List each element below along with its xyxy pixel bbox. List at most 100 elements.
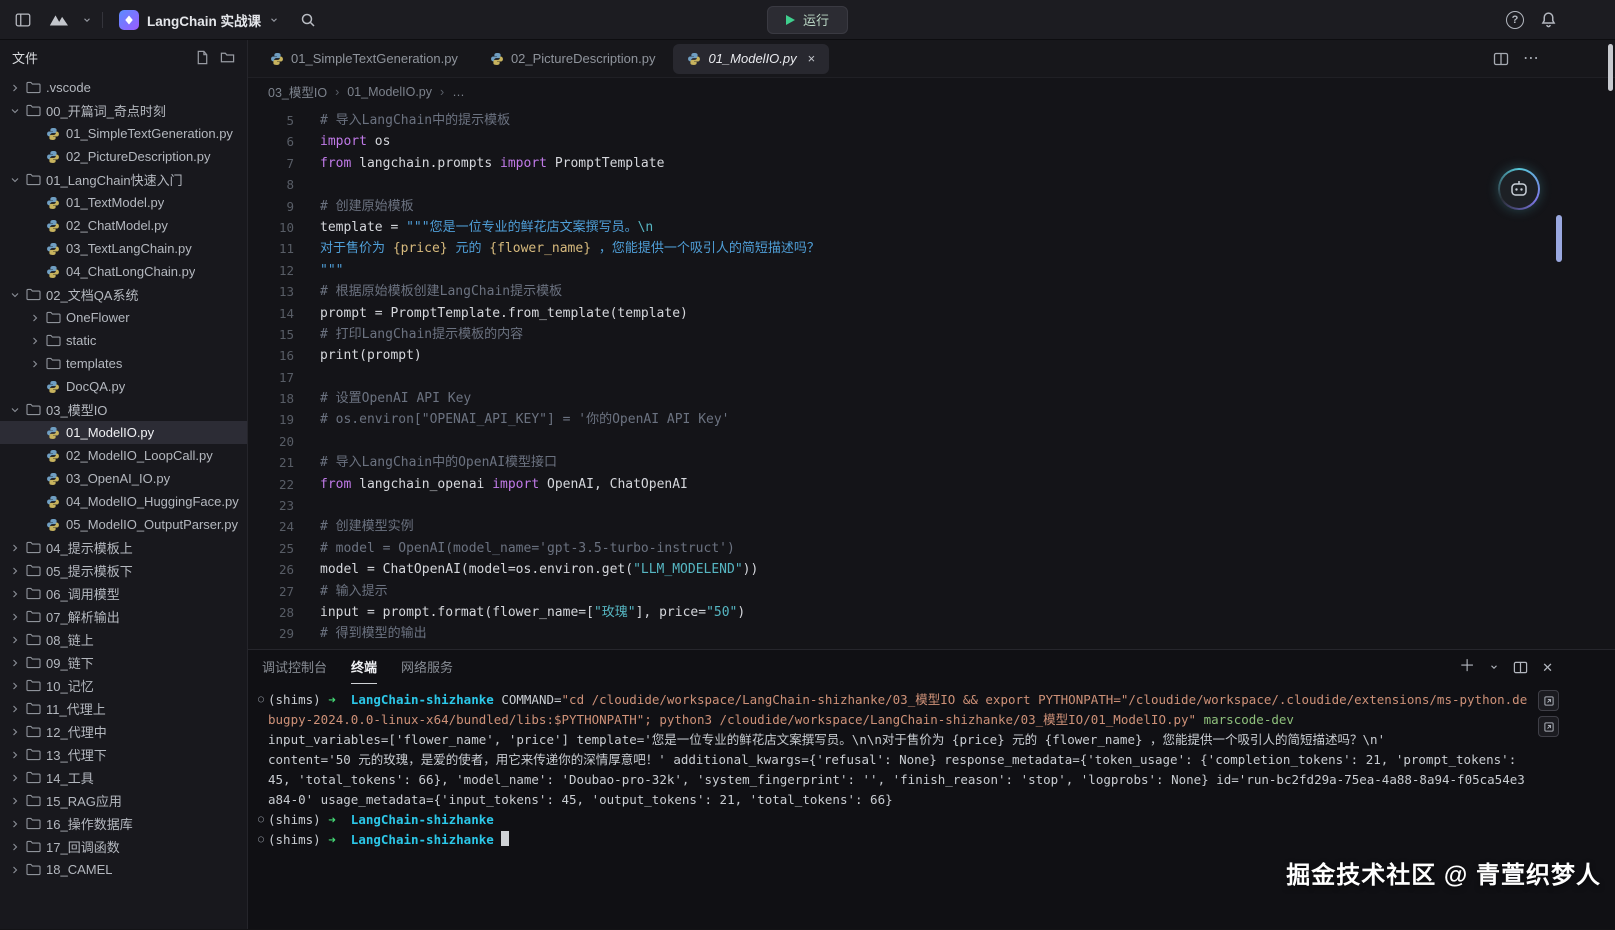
terminal-profile-chevron-icon[interactable] [1489, 662, 1499, 672]
close-tab-icon[interactable]: × [808, 51, 816, 66]
tree-folder-14_工具[interactable]: 14_工具 [0, 766, 247, 789]
new-terminal-icon[interactable]: ＋ [1459, 659, 1475, 675]
tree-folder-15_RAG应用[interactable]: 15_RAG应用 [0, 789, 247, 812]
tree-folder-09_链下[interactable]: 09_链下 [0, 651, 247, 674]
chevron-right-icon[interactable] [8, 795, 21, 807]
tree-folder-04_提示模板上[interactable]: 04_提示模板上 [0, 536, 247, 559]
tree-folder-13_代理下[interactable]: 13_代理下 [0, 743, 247, 766]
chevron-right-icon[interactable] [8, 542, 21, 554]
breadcrumb-item[interactable]: … [452, 85, 465, 99]
tree-file-02_ModelIO_LoopCall.py[interactable]: 02_ModelIO_LoopCall.py [0, 444, 247, 467]
notifications-bell-icon[interactable] [1540, 11, 1557, 28]
tree-folder-08_链上[interactable]: 08_链上 [0, 628, 247, 651]
tree-folder-17_回调函数[interactable]: 17_回调函数 [0, 835, 247, 858]
tree-folder-06_调用模型[interactable]: 06_调用模型 [0, 582, 247, 605]
code-line[interactable]: 8 [248, 174, 1615, 195]
tree-folder-12_代理中[interactable]: 12_代理中 [0, 720, 247, 743]
tree-file-05_ModelIO_OutputParser.py[interactable]: 05_ModelIO_OutputParser.py [0, 513, 247, 536]
search-icon[interactable] [295, 7, 321, 33]
tree-file-03_TextLangChain.py[interactable]: 03_TextLangChain.py [0, 237, 247, 260]
jump-to-command-icon[interactable] [1538, 716, 1559, 737]
chevron-right-icon[interactable] [8, 864, 21, 876]
code-line[interactable]: 6import os [248, 131, 1615, 152]
chevron-right-icon[interactable] [8, 588, 21, 600]
split-editor-icon[interactable] [1493, 51, 1509, 67]
chevron-down-icon[interactable] [8, 105, 21, 117]
sidebar-toggle-icon[interactable] [10, 7, 36, 33]
chevron-right-icon[interactable] [8, 82, 21, 94]
chevron-right-icon[interactable] [8, 611, 21, 623]
logo-menu-chevron-icon[interactable] [82, 15, 92, 25]
code-line[interactable]: 23 [248, 495, 1615, 516]
chevron-right-icon[interactable] [28, 312, 41, 324]
tree-file-04_ChatLongChain.py[interactable]: 04_ChatLongChain.py [0, 260, 247, 283]
code-line[interactable]: 13# 根据原始模板创建LangChain提示模板 [248, 281, 1615, 302]
tree-folder-10_记忆[interactable]: 10_记忆 [0, 674, 247, 697]
tree-folder-OneFlower[interactable]: OneFlower [0, 306, 247, 329]
tree-folder-.vscode[interactable]: .vscode [0, 76, 247, 99]
new-file-icon[interactable] [195, 50, 210, 65]
code-line[interactable]: 18# 设置OpenAI API Key [248, 388, 1615, 409]
breadcrumb-item[interactable]: 03_模型IO [268, 82, 327, 101]
code-line[interactable]: 17 [248, 367, 1615, 388]
split-panel-icon[interactable] [1513, 660, 1528, 675]
panel-tab-终端[interactable]: 终端 [351, 650, 377, 684]
breadcrumb-item[interactable]: 01_ModelIO.py [347, 85, 432, 99]
tree-file-DocQA.py[interactable]: DocQA.py [0, 375, 247, 398]
chevron-down-icon[interactable] [8, 404, 21, 416]
code-line[interactable]: 12""" [248, 260, 1615, 281]
tree-folder-01_LangChain快速入门[interactable]: 01_LangChain快速入门 [0, 168, 247, 191]
code-line[interactable]: 28input = prompt.format(flower_name=["玫瑰… [248, 602, 1615, 623]
tree-folder-00_开篇词_奇点时刻[interactable]: 00_开篇词_奇点时刻 [0, 99, 247, 122]
code-editor[interactable]: 5# 导入LangChain中的提示模板6import os7from lang… [248, 105, 1615, 649]
tree-folder-16_操作数据库[interactable]: 16_操作数据库 [0, 812, 247, 835]
code-line[interactable]: 27# 输入提示 [248, 581, 1615, 602]
code-line[interactable]: 16print(prompt) [248, 345, 1615, 366]
code-line[interactable]: 24# 创建模型实例 [248, 516, 1615, 537]
code-line[interactable]: 15# 打印LangChain提示模板的内容 [248, 324, 1615, 345]
chevron-right-icon[interactable] [8, 680, 21, 692]
chevron-right-icon[interactable] [8, 772, 21, 784]
chevron-right-icon[interactable] [8, 703, 21, 715]
chevron-right-icon[interactable] [8, 818, 21, 830]
code-line[interactable]: 9# 创建原始模板 [248, 196, 1615, 217]
tree-file-02_ChatModel.py[interactable]: 02_ChatModel.py [0, 214, 247, 237]
tree-file-02_PictureDescription.py[interactable]: 02_PictureDescription.py [0, 145, 247, 168]
editor-scrollbar-thumb[interactable] [1556, 215, 1562, 262]
code-line[interactable]: 29# 得到模型的输出 [248, 623, 1615, 644]
tree-file-01_ModelIO.py[interactable]: 01_ModelIO.py [0, 421, 247, 444]
tree-folder-static[interactable]: static [0, 329, 247, 352]
chevron-down-icon[interactable] [8, 174, 21, 186]
tree-folder-11_代理上[interactable]: 11_代理上 [0, 697, 247, 720]
ai-assistant-avatar[interactable] [1498, 168, 1540, 210]
chevron-right-icon[interactable] [8, 657, 21, 669]
code-line[interactable]: 26model = ChatOpenAI(model=os.environ.ge… [248, 559, 1615, 580]
tree-file-01_TextModel.py[interactable]: 01_TextModel.py [0, 191, 247, 214]
chevron-right-icon[interactable] [28, 335, 41, 347]
tree-folder-18_CAMEL[interactable]: 18_CAMEL [0, 858, 247, 881]
editor-tab-01_SimpleTextGeneration.py[interactable]: 01_SimpleTextGeneration.py [256, 44, 472, 74]
more-actions-icon[interactable]: ⋯ [1523, 51, 1539, 67]
chevron-right-icon[interactable] [8, 749, 21, 761]
tree-folder-03_模型IO[interactable]: 03_模型IO [0, 398, 247, 421]
terminal-output[interactable]: ○(shims) ➜ LangChain-shizhanke COMMAND="… [248, 684, 1615, 929]
panel-tab-网络服务[interactable]: 网络服务 [401, 650, 453, 684]
panel-tab-调试控制台[interactable]: 调试控制台 [262, 650, 327, 684]
editor-tab-01_ModelIO.py[interactable]: 01_ModelIO.py× [673, 44, 829, 74]
window-scrollbar-thumb[interactable] [1608, 44, 1613, 91]
tree-folder-templates[interactable]: templates [0, 352, 247, 375]
code-line[interactable]: 5# 导入LangChain中的提示模板 [248, 110, 1615, 131]
chevron-right-icon[interactable] [28, 358, 41, 370]
code-line[interactable]: 25# model = OpenAI(model_name='gpt-3.5-t… [248, 538, 1615, 559]
tree-file-03_OpenAI_IO.py[interactable]: 03_OpenAI_IO.py [0, 467, 247, 490]
chevron-right-icon[interactable] [8, 565, 21, 577]
chevron-down-icon[interactable] [8, 289, 21, 301]
tree-file-04_ModelIO_HuggingFace.py[interactable]: 04_ModelIO_HuggingFace.py [0, 490, 247, 513]
code-line[interactable]: 7from langchain.prompts import PromptTem… [248, 153, 1615, 174]
code-line[interactable]: 14prompt = PromptTemplate.from_template(… [248, 303, 1615, 324]
chevron-right-icon[interactable] [8, 634, 21, 646]
project-selector[interactable]: LangChain 实战课 [113, 7, 285, 33]
marscode-logo-icon[interactable] [46, 7, 72, 33]
open-in-editor-icon[interactable] [1538, 690, 1559, 711]
tree-file-01_SimpleTextGeneration.py[interactable]: 01_SimpleTextGeneration.py [0, 122, 247, 145]
